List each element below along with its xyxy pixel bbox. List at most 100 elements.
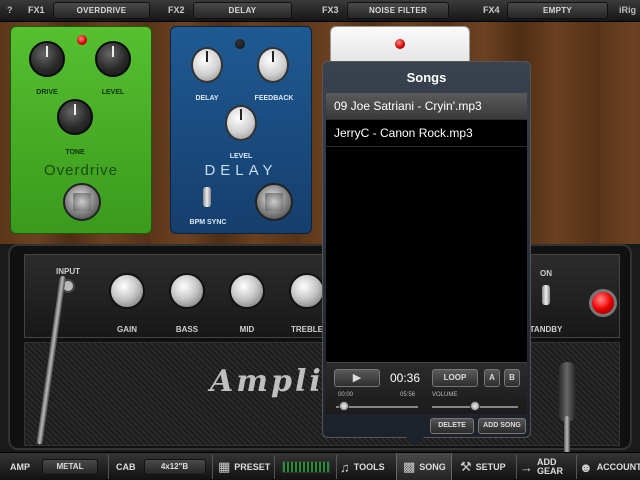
volume-slider-thumb[interactable] — [470, 401, 480, 411]
delay-time-knob[interactable] — [191, 47, 223, 83]
song-player: ▶ 00:36 LOOP A B 00:00 05:56 VOLUME — [326, 362, 527, 414]
setup-button[interactable]: ⚒ SETUP — [460, 453, 506, 480]
amp-logo: Ampli — [210, 364, 324, 399]
bpm-sync-label: BPM SYNC — [189, 219, 227, 226]
song-button[interactable]: ▩ SONG — [396, 453, 452, 480]
bottom-toolbar: AMP METAL CAB 4x12"B ▦ PRESET ♫ TOOLS ▩ … — [0, 452, 640, 480]
cab-selector[interactable]: CAB 4x12"B — [116, 453, 206, 480]
gain-label: GAIN — [117, 325, 137, 334]
fx1-slot[interactable]: OVERDRIVE — [53, 2, 150, 19]
delay-level-label: LEVEL — [229, 153, 253, 160]
cab-value[interactable]: 4x12"B — [143, 459, 206, 475]
amp-label: AMP — [10, 462, 30, 472]
delay-footswitch[interactable] — [255, 183, 293, 221]
add-gear-icon: → — [520, 459, 533, 475]
delay-title: DELAY — [204, 162, 278, 179]
song-item[interactable]: 09 Joe Satriani - Cryin'.mp3 — [326, 93, 527, 120]
brand-label: iRig — [619, 5, 636, 15]
fx4-slot[interactable]: EMPTY — [507, 2, 608, 19]
divider — [336, 455, 337, 479]
divider — [576, 455, 577, 479]
bass-label: BASS — [175, 325, 199, 334]
level-label: LEVEL — [101, 89, 125, 96]
user-icon: ☻ — [579, 459, 593, 475]
gain-knob[interactable] — [109, 273, 145, 309]
amp-value[interactable]: METAL — [42, 459, 98, 475]
amplifier: INPUT GAIN BASS MID TREBLE ON TANDBY Amp… — [8, 244, 632, 456]
tone-knob[interactable] — [57, 99, 93, 135]
overdrive-footswitch[interactable] — [63, 183, 101, 221]
standby-switch[interactable] — [542, 285, 550, 305]
add-song-button[interactable]: ADD SONG — [478, 418, 526, 434]
loop-a-button[interactable]: A — [484, 369, 500, 387]
divider — [274, 455, 275, 479]
popover-arrow — [406, 437, 424, 446]
power-light — [589, 289, 617, 317]
microphone-icon — [558, 362, 576, 422]
preset-label: PRESET — [234, 462, 271, 472]
fx4-label: FX4 — [483, 5, 500, 15]
add-gear-label: ADD GEAR — [537, 457, 564, 476]
play-icon: ▶ — [352, 372, 362, 384]
fx3-label: FX3 — [322, 5, 339, 15]
volume-label: VOLUME — [432, 392, 458, 398]
preset-button[interactable]: ▦ PRESET — [218, 453, 270, 480]
divider — [212, 455, 213, 479]
song-label: SONG — [419, 462, 446, 472]
feedback-label: FEEDBACK — [254, 95, 294, 102]
input-label: INPUT — [56, 267, 80, 276]
song-list: 09 Joe Satriani - Cryin'.mp3 JerryC - Ca… — [326, 93, 527, 393]
tools-button[interactable]: ♫ TOOLS — [340, 453, 385, 480]
account-button[interactable]: ☻ ACCOUNT — [579, 453, 640, 480]
drive-knob[interactable] — [29, 41, 65, 77]
divider — [108, 455, 109, 479]
feedback-knob[interactable] — [257, 47, 289, 83]
mic-cable — [564, 416, 570, 456]
play-button[interactable]: ▶ — [334, 369, 380, 387]
tools-label: TOOLS — [353, 462, 385, 472]
amp-selector[interactable]: AMP METAL — [10, 453, 98, 480]
level-knob[interactable] — [95, 41, 131, 77]
songs-title: Songs — [406, 70, 447, 85]
loop-button[interactable]: LOOP — [432, 369, 478, 387]
ipod-icon: ▩ — [403, 459, 416, 474]
overdrive-led — [77, 35, 87, 45]
playback-time: 00:36 — [390, 371, 421, 385]
delay-level-knob[interactable] — [225, 105, 257, 141]
fx3-slot[interactable]: NOISE FILTER — [347, 2, 449, 19]
position-start: 00:00 — [338, 392, 354, 398]
treble-knob[interactable] — [289, 273, 325, 309]
loop-b-button[interactable]: B — [504, 369, 520, 387]
setup-label: SETUP — [475, 462, 506, 472]
level-meter — [282, 453, 330, 480]
song-item[interactable]: JerryC - Canon Rock.mp3 — [326, 120, 527, 147]
tone-label: TONE — [65, 149, 85, 156]
fx1-label: FX1 — [28, 5, 45, 15]
overdrive-title: Overdrive — [43, 162, 119, 179]
bass-knob[interactable] — [169, 273, 205, 309]
overdrive-pedal[interactable]: DRIVE LEVEL TONE Overdrive — [10, 26, 152, 234]
delay-pedal[interactable]: DELAY FEEDBACK LEVEL DELAY BPM SYNC — [170, 26, 312, 234]
fx2-slot[interactable]: DELAY — [193, 2, 292, 19]
noise-filter-led — [395, 39, 405, 49]
songs-footer: DELETE ADD SONG — [326, 418, 527, 436]
account-label: ACCOUNT — [596, 462, 640, 472]
grid-icon: ▦ — [218, 459, 231, 474]
mid-knob[interactable] — [229, 273, 265, 309]
pedalboard: DRIVE LEVEL TONE Overdrive DELAY FEEDBAC… — [0, 22, 640, 244]
divider — [516, 455, 517, 479]
fx-bar: ? FX1 OVERDRIVE FX2 DELAY FX3 NOISE FILT… — [0, 0, 640, 22]
add-gear-button[interactable]: → ADD GEAR — [520, 453, 564, 480]
position-slider-thumb[interactable] — [339, 401, 350, 411]
drive-label: DRIVE — [36, 89, 58, 96]
bpm-sync-switch[interactable] — [203, 187, 211, 207]
songs-popover: Songs 09 Joe Satriani - Cryin'.mp3 Jerry… — [322, 61, 531, 438]
wrench-icon: ⚒ — [460, 459, 472, 474]
guitar-icon: ♫ — [340, 459, 350, 475]
meter-icon — [282, 461, 330, 473]
help-button[interactable]: ? — [7, 5, 13, 15]
delete-button[interactable]: DELETE — [430, 418, 474, 434]
delay-time-label: DELAY — [195, 95, 219, 102]
mid-label: MID — [239, 325, 255, 334]
position-end: 05:56 — [400, 392, 416, 398]
